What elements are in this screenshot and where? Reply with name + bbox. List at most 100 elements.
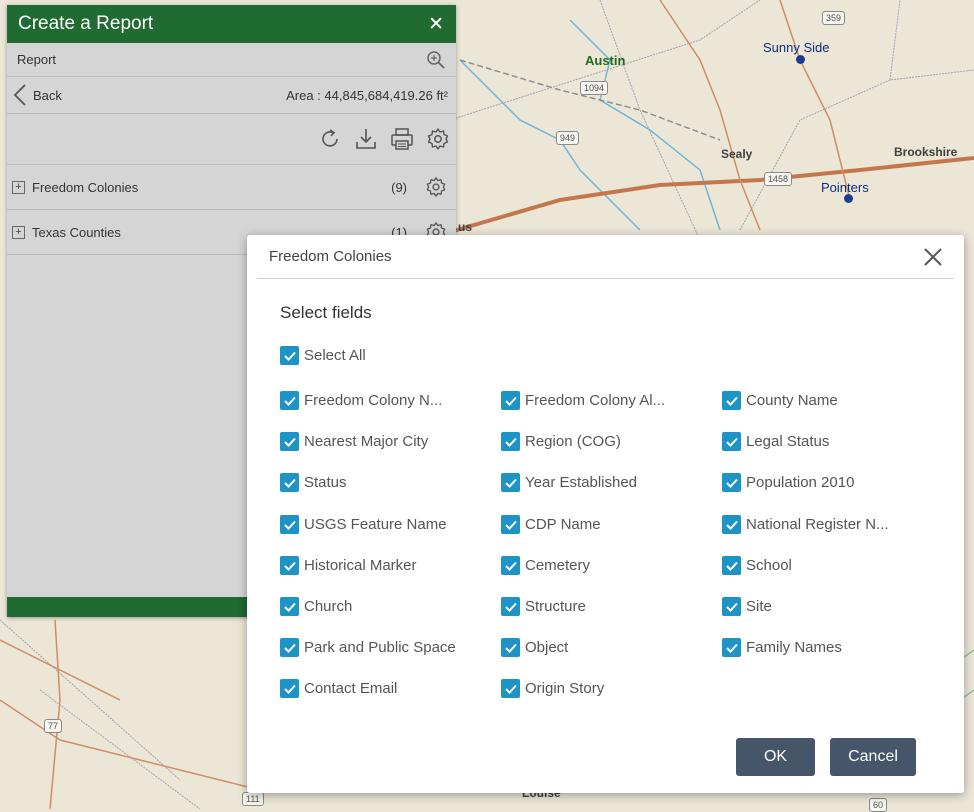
field-checkbox[interactable]: Population 2010	[722, 473, 854, 492]
checkbox-label: Site	[746, 598, 772, 615]
checkbox-checked-icon[interactable]	[280, 638, 299, 657]
expand-icon[interactable]: +	[12, 225, 25, 239]
checkbox-checked-icon[interactable]	[280, 679, 299, 698]
map-label-pointers: Pointers	[821, 180, 869, 195]
panel-header: Create a Report ✕	[7, 5, 456, 43]
checkbox-checked-icon[interactable]	[722, 391, 741, 410]
field-checkbox[interactable]: Nearest Major City	[280, 432, 428, 451]
checkbox-checked-icon[interactable]	[501, 391, 520, 410]
checkbox-label: Park and Public Space	[304, 639, 456, 656]
select-all-checkbox[interactable]: Select All	[280, 346, 366, 365]
checkbox-label: CDP Name	[525, 516, 601, 533]
panel-close-button[interactable]: ✕	[428, 13, 444, 36]
checkbox-label: Status	[304, 474, 347, 491]
checkbox-checked-icon[interactable]	[280, 515, 299, 534]
checkbox-checked-icon[interactable]	[280, 597, 299, 616]
report-row: Report	[7, 43, 456, 77]
checkbox-label: Freedom Colony Al...	[525, 392, 666, 409]
map-label-austin: Austin	[585, 53, 626, 68]
section-title: Select fields	[280, 303, 372, 322]
checkbox-checked-icon[interactable]	[501, 556, 520, 575]
chevron-left-icon	[13, 84, 26, 106]
checkbox-checked-icon[interactable]	[722, 597, 741, 616]
field-checkbox[interactable]: Park and Public Space	[280, 638, 456, 657]
checkbox-label: Nearest Major City	[304, 433, 429, 450]
field-checkbox[interactable]: Freedom Colony N...	[280, 391, 442, 410]
field-checkbox[interactable]: Structure	[501, 597, 586, 616]
checkbox-checked-icon[interactable]	[722, 638, 741, 657]
field-checkbox[interactable]: Church	[280, 597, 352, 616]
download-icon[interactable]	[354, 127, 378, 151]
field-checkbox[interactable]: National Register N...	[722, 515, 889, 534]
expand-icon[interactable]: +	[12, 180, 25, 194]
map-label-sealy: Sealy	[721, 147, 753, 161]
map-label-brookshire: Brookshire	[894, 145, 958, 159]
checkbox-checked-icon[interactable]	[722, 515, 741, 534]
checkbox-label: USGS Feature Name	[304, 516, 447, 533]
report-label: Report	[17, 52, 57, 67]
panel-title: Create a Report	[18, 13, 154, 34]
field-checkbox[interactable]: County Name	[722, 391, 838, 410]
checkbox-label: Church	[304, 598, 353, 615]
back-row: Back Area : 44,845,684,419.26 ft²	[7, 77, 456, 114]
checkbox-label: Structure	[525, 598, 586, 615]
refresh-icon[interactable]	[318, 127, 342, 151]
report-toolbar	[7, 114, 456, 165]
back-button[interactable]: Back	[13, 84, 62, 106]
field-checkbox[interactable]: USGS Feature Name	[280, 515, 447, 534]
print-icon[interactable]	[390, 127, 414, 151]
field-checkbox[interactable]: Historical Marker	[280, 556, 417, 575]
field-checkbox[interactable]: School	[722, 556, 792, 575]
checkbox-checked-icon[interactable]	[501, 679, 520, 698]
field-checkbox[interactable]: Family Names	[722, 638, 842, 657]
checkbox-label: National Register N...	[746, 516, 889, 533]
layer-row[interactable]: + Freedom Colonies (9)	[7, 165, 456, 210]
field-checkbox[interactable]: Freedom Colony Al...	[501, 391, 665, 410]
checkbox-checked-icon[interactable]	[280, 346, 299, 365]
field-checkbox[interactable]: Object	[501, 638, 568, 657]
checkbox-label: Origin Story	[525, 680, 605, 697]
dialog-title: Freedom Colonies	[269, 248, 392, 265]
checkbox-checked-icon[interactable]	[280, 473, 299, 492]
checkbox-checked-icon[interactable]	[722, 432, 741, 451]
field-checkbox[interactable]: Status	[280, 473, 347, 492]
layer-count: (9)	[391, 179, 407, 195]
checkbox-checked-icon[interactable]	[280, 556, 299, 575]
highway-shield: 77	[44, 719, 63, 733]
checkbox-checked-icon[interactable]	[501, 638, 520, 657]
zoom-in-icon[interactable]	[426, 50, 446, 70]
field-checkbox[interactable]: Cemetery	[501, 556, 590, 575]
field-checkbox[interactable]: Contact Email	[280, 679, 397, 698]
field-checkbox[interactable]: CDP Name	[501, 515, 601, 534]
checkbox-label: Contact Email	[304, 680, 398, 697]
gear-icon[interactable]	[425, 176, 447, 198]
close-icon[interactable]	[923, 247, 943, 267]
field-checkbox[interactable]: Origin Story	[501, 679, 604, 698]
field-checkbox[interactable]: Year Established	[501, 473, 637, 492]
checkbox-checked-icon[interactable]	[722, 556, 741, 575]
checkbox-label: Historical Marker	[304, 557, 417, 574]
checkbox-checked-icon[interactable]	[280, 432, 299, 451]
checkbox-checked-icon[interactable]	[501, 473, 520, 492]
checkbox-checked-icon[interactable]	[501, 515, 520, 534]
checkbox-checked-icon[interactable]	[722, 473, 741, 492]
map-label-partial: us	[458, 220, 473, 234]
checkbox-label: Cemetery	[525, 557, 591, 574]
location-marker[interactable]	[844, 194, 853, 203]
checkbox-checked-icon[interactable]	[501, 597, 520, 616]
checkbox-label: Region (COG)	[525, 433, 621, 450]
dialog-header: Freedom Colonies	[257, 235, 954, 279]
cancel-button[interactable]: Cancel	[830, 738, 916, 776]
field-checkbox[interactable]: Legal Status	[722, 432, 829, 451]
highway-shield: 359	[822, 11, 846, 25]
field-checkbox[interactable]: Region (COG)	[501, 432, 621, 451]
gear-icon[interactable]	[426, 127, 450, 151]
checkbox-checked-icon[interactable]	[501, 432, 520, 451]
field-checkbox[interactable]: Site	[722, 597, 772, 616]
highway-line	[449, 156, 974, 234]
ok-button[interactable]: OK	[736, 738, 815, 776]
checkbox-label: Population 2010	[746, 474, 855, 491]
location-marker[interactable]	[796, 55, 805, 64]
checkbox-label: School	[746, 557, 792, 574]
checkbox-checked-icon[interactable]	[280, 391, 299, 410]
